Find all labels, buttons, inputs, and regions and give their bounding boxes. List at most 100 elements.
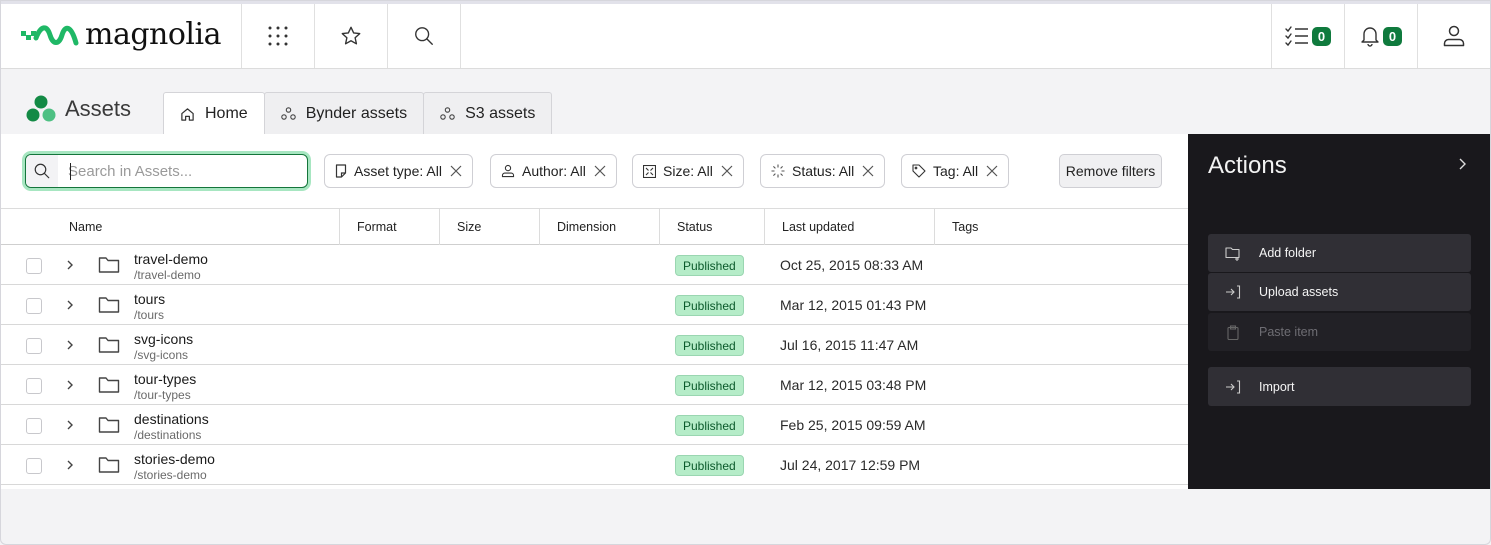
folder-icon <box>98 456 120 479</box>
tab-bynder-assets[interactable]: Bynder assets <box>263 92 425 134</box>
app-header: Assets Home Bynder assets S3 assets <box>1 69 1490 135</box>
table-row[interactable]: tour-types/tour-types Published Mar 12, 20… <box>1 365 1188 405</box>
close-icon <box>862 165 874 177</box>
chevron-right-icon <box>67 420 73 430</box>
row-name[interactable]: tour-types <box>134 371 196 387</box>
clear-filter-button[interactable] <box>450 165 462 177</box>
remove-filters-button[interactable]: Remove filters <box>1059 154 1162 188</box>
row-path: /destinations <box>134 428 202 442</box>
column-header-last-updated[interactable]: Last updated <box>764 209 934 245</box>
tab-s3-assets[interactable]: S3 assets <box>423 92 553 134</box>
status-badge: Published <box>675 335 744 356</box>
apps-button[interactable] <box>242 4 315 68</box>
row-checkbox[interactable] <box>26 458 42 474</box>
action-label: Paste item <box>1259 325 1319 339</box>
tasks-icon <box>1285 26 1308 47</box>
expand-row-button[interactable] <box>65 418 75 437</box>
table-body: travel-demo/travel-demo Published Oct 25, … <box>1 245 1188 485</box>
status-badge: Published <box>675 255 744 276</box>
assets-app-icon <box>26 95 56 122</box>
size-icon <box>643 164 656 178</box>
tasks-count-badge: 0 <box>1311 26 1332 46</box>
home-icon <box>181 107 194 121</box>
folder-icon <box>98 336 120 359</box>
actions-title: Actions <box>1208 152 1287 179</box>
expand-row-button[interactable] <box>65 458 75 477</box>
user-icon <box>1443 25 1465 47</box>
column-header-status[interactable]: Status <box>659 209 764 245</box>
column-header-name[interactable]: Name <box>69 209 339 245</box>
chevron-right-icon <box>67 340 73 350</box>
row-name[interactable]: destinations <box>134 411 209 427</box>
collapse-actions-button[interactable] <box>1457 157 1467 176</box>
clear-filter-button[interactable] <box>594 165 606 177</box>
filter-chip-tag[interactable]: Tag: All <box>901 154 1010 188</box>
row-last-updated: Mar 12, 2015 01:43 PM <box>780 297 927 313</box>
row-checkbox[interactable] <box>26 378 42 394</box>
search-icon <box>34 163 50 179</box>
row-checkbox[interactable] <box>26 298 42 314</box>
column-header-dimension[interactable]: Dimension <box>539 209 659 245</box>
search-icon <box>415 27 433 45</box>
row-name[interactable]: travel-demo <box>134 251 208 267</box>
filter-chip-status[interactable]: Status: All <box>760 154 886 188</box>
filter-chip-asset-type[interactable]: Asset type: All <box>324 154 473 188</box>
top-bar: magnolia 0 0 <box>1 1 1490 69</box>
action-import[interactable]: Import <box>1208 367 1471 406</box>
row-checkbox[interactable] <box>26 258 42 274</box>
actions-panel: Actions Add folder Upload assets Paste i… <box>1188 134 1490 489</box>
action-add-folder[interactable]: Add folder <box>1208 234 1471 272</box>
clear-filter-button[interactable] <box>862 165 874 177</box>
chip-label: Asset type: All <box>354 163 442 179</box>
column-header-tags[interactable]: Tags <box>934 209 1188 245</box>
filter-chip-author[interactable]: Author: All <box>490 154 617 188</box>
filter-chip-size[interactable]: Size: All <box>632 154 744 188</box>
search-field[interactable] <box>25 154 308 188</box>
search-input[interactable] <box>58 162 298 180</box>
star-icon <box>341 26 361 45</box>
tasks-button[interactable]: 0 <box>1271 4 1344 68</box>
chip-label: Size: All <box>663 163 713 179</box>
row-name[interactable]: svg-icons <box>134 331 193 347</box>
logo-text: magnolia <box>85 16 222 52</box>
tab-label: Home <box>205 105 248 122</box>
status-badge: Published <box>675 415 744 436</box>
expand-row-button[interactable] <box>65 298 75 317</box>
column-header-size[interactable]: Size <box>439 209 539 245</box>
bell-icon <box>1361 27 1379 47</box>
table-row[interactable]: travel-demo/travel-demo Published Oct 25, … <box>1 245 1188 285</box>
table-row[interactable]: stories-demo/stories-demo Published Jul 24… <box>1 445 1188 485</box>
notifications-button[interactable]: 0 <box>1344 4 1417 68</box>
tab-home[interactable]: Home <box>163 92 265 135</box>
asset-source-icon <box>440 107 455 120</box>
row-checkbox[interactable] <box>26 338 42 354</box>
close-icon <box>986 165 998 177</box>
magnolia-logo[interactable]: magnolia <box>1 4 242 68</box>
close-icon <box>450 165 462 177</box>
folder-icon <box>98 256 120 279</box>
main-content: Asset type: All Author: All Size: All St… <box>1 134 1188 489</box>
chip-label: Tag: All <box>933 163 979 179</box>
column-header-format[interactable]: Format <box>339 209 439 245</box>
row-name[interactable]: stories-demo <box>134 451 215 467</box>
table-row[interactable]: destinations/destinations Published Feb 25… <box>1 405 1188 445</box>
row-name[interactable]: tours <box>134 291 165 307</box>
expand-row-button[interactable] <box>65 338 75 357</box>
table-row[interactable]: svg-icons/svg-icons Published Jul 16, 2015… <box>1 325 1188 365</box>
table-row[interactable]: tours/tours Published Mar 12, 2015 01:43 P… <box>1 285 1188 325</box>
clear-filter-button[interactable] <box>721 165 733 177</box>
search-button[interactable] <box>388 4 461 68</box>
user-menu-button[interactable] <box>1417 4 1490 68</box>
tab-label: Bynder assets <box>305 104 408 122</box>
add-folder-icon <box>1225 246 1240 261</box>
app-window: magnolia 0 0 Assets Home Bynder assets S… <box>0 0 1491 545</box>
asset-source-icon <box>280 107 296 120</box>
clear-filter-button[interactable] <box>986 165 998 177</box>
action-upload-assets[interactable]: Upload assets <box>1208 273 1471 311</box>
row-checkbox[interactable] <box>26 418 42 434</box>
favorites-button[interactable] <box>315 4 388 68</box>
notifications-count-badge: 0 <box>1382 26 1403 46</box>
expand-row-button[interactable] <box>65 258 75 277</box>
row-last-updated: Mar 12, 2015 03:48 PM <box>780 377 927 393</box>
expand-row-button[interactable] <box>65 378 75 397</box>
